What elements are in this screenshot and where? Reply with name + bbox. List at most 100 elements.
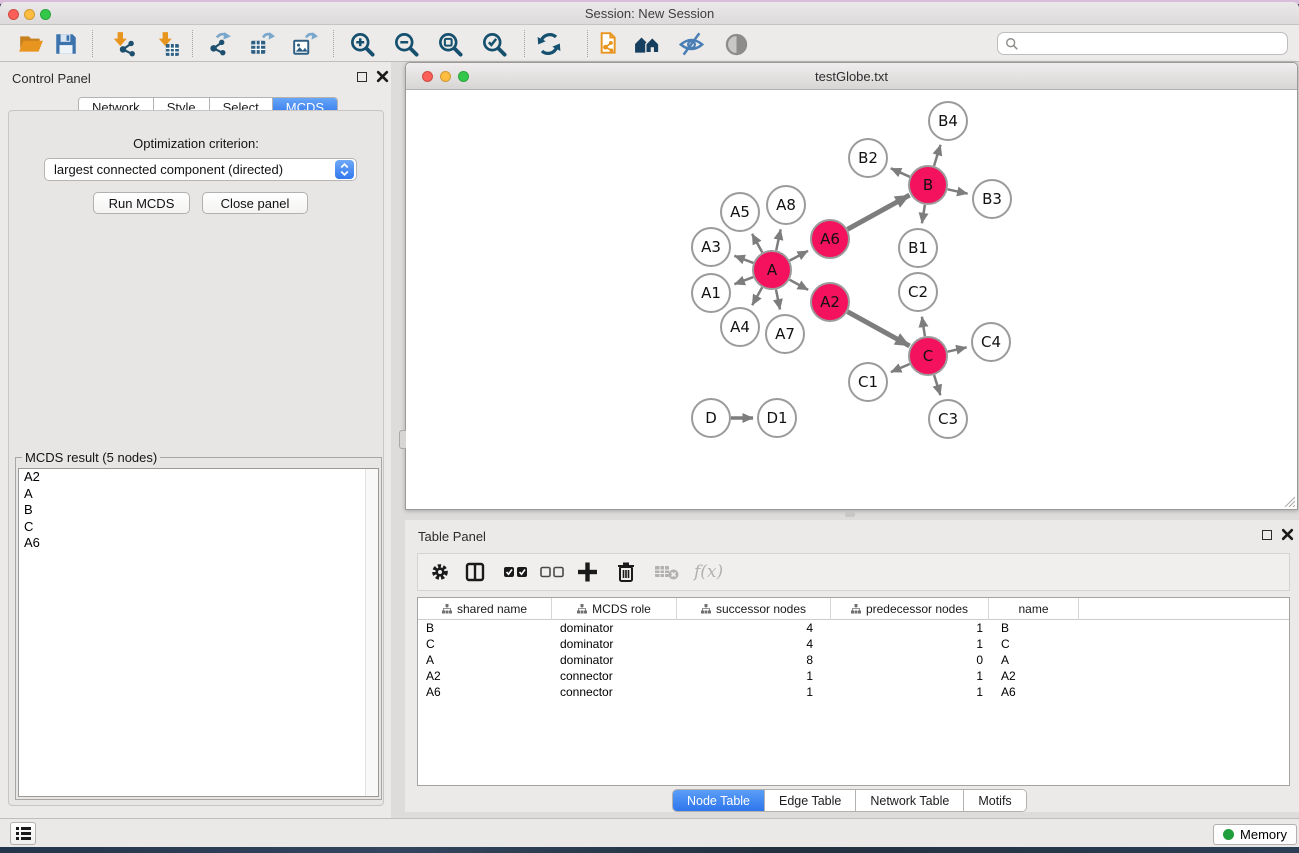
close-table-panel-icon[interactable] [1281, 528, 1294, 541]
zoom-in-icon[interactable] [347, 29, 377, 59]
graph-edge-B-B2[interactable] [891, 168, 910, 177]
table-cell[interactable]: 1 [831, 684, 989, 700]
graph-edge-A-A6[interactable] [790, 251, 808, 261]
unselect-all-columns-icon[interactable] [540, 566, 564, 578]
table-cell[interactable]: 1 [677, 684, 831, 700]
column-header-mcds-role[interactable]: MCDS role [552, 598, 677, 620]
graph-edge-A-A1[interactable] [734, 277, 753, 284]
float-panel-icon[interactable] [357, 72, 367, 82]
create-column-plus-icon[interactable] [578, 563, 597, 582]
table-row[interactable]: Bdominator41B [418, 620, 1289, 636]
mcds-result-item[interactable]: A6 [19, 535, 378, 552]
graph-edge-A-A5[interactable] [752, 234, 762, 253]
table-cell[interactable]: A [989, 652, 1079, 668]
network-canvas[interactable]: AA1A2A3A4A5A6A7A8BB1B2B3B4CC1C2C3C4DD1 [407, 91, 1297, 509]
graph-edge-C-C2[interactable] [922, 317, 925, 337]
float-table-panel-icon[interactable] [1262, 530, 1272, 540]
table-cell[interactable]: A6 [418, 684, 552, 700]
table-row[interactable]: A2connector11A2 [418, 668, 1289, 684]
save-session-icon[interactable] [51, 29, 81, 59]
open-session-icon[interactable] [16, 29, 46, 59]
tab-motifs[interactable]: Motifs [964, 790, 1025, 811]
table-cell[interactable]: A2 [989, 668, 1079, 684]
mcds-result-item[interactable]: A2 [19, 469, 378, 486]
table-cell[interactable]: dominator [552, 620, 677, 636]
graph-edge-B-B3[interactable] [948, 189, 968, 193]
tab-edge-table[interactable]: Edge Table [765, 790, 856, 811]
graph-edge-A-A4[interactable] [752, 287, 762, 305]
graph-edge-A6-B[interactable] [848, 195, 910, 229]
clone-network-icon[interactable] [591, 29, 621, 59]
graph-edge-C-C4[interactable] [948, 347, 967, 351]
window-resize-grip[interactable] [1283, 495, 1295, 507]
show-column-icon[interactable] [465, 562, 485, 582]
column-header-predecessor-nodes[interactable]: predecessor nodes [831, 598, 989, 620]
run-mcds-button[interactable]: Run MCDS [93, 192, 190, 214]
table-cell[interactable]: A6 [989, 684, 1079, 700]
table-cell[interactable]: 1 [831, 668, 989, 684]
table-cell[interactable]: 8 [677, 652, 831, 668]
criterion-dropdown[interactable]: largest connected component (directed) [44, 158, 357, 181]
table-settings-gear-icon[interactable] [430, 562, 450, 582]
table-cell[interactable]: dominator [552, 636, 677, 652]
table-cell[interactable]: A2 [418, 668, 552, 684]
close-panel-button[interactable]: Close panel [202, 192, 308, 214]
export-image-icon[interactable] [290, 29, 320, 59]
result-scrollbar[interactable] [365, 469, 378, 796]
table-cell[interactable]: 4 [677, 620, 831, 636]
graph-edge-B-B4[interactable] [934, 145, 941, 166]
graph-edge-A-A2[interactable] [790, 280, 809, 290]
graph-edge-A-A8[interactable] [776, 229, 781, 250]
mcds-result-list[interactable]: A2ABCA6 [18, 468, 379, 797]
delete-column-trash-icon[interactable] [617, 562, 635, 582]
search-input[interactable] [1019, 33, 1287, 54]
table-cell[interactable]: 0 [831, 652, 989, 668]
table-cell[interactable]: dominator [552, 652, 677, 668]
graph-edge-A2-C[interactable] [848, 312, 910, 346]
graph-edge-B-B1[interactable] [922, 205, 925, 224]
export-table-icon[interactable] [247, 29, 277, 59]
mcds-result-item[interactable]: C [19, 519, 378, 536]
import-table-icon[interactable] [153, 29, 183, 59]
side-splitter-grip[interactable] [399, 430, 406, 449]
select-all-columns-icon[interactable] [504, 566, 528, 578]
close-panel-icon[interactable] [376, 70, 389, 83]
zoom-fit-icon[interactable] [435, 29, 465, 59]
table-row[interactable]: Cdominator41C [418, 636, 1289, 652]
table-cell[interactable]: 1 [831, 636, 989, 652]
table-row[interactable]: A6connector11A6 [418, 684, 1289, 700]
column-header-shared-name[interactable]: shared name [418, 598, 552, 620]
column-header-successor-nodes[interactable]: successor nodes [677, 598, 831, 620]
graph-edge-A-A7[interactable] [776, 290, 780, 310]
mcds-result-item[interactable]: B [19, 502, 378, 519]
table-cell[interactable]: 4 [677, 636, 831, 652]
tab-node-table[interactable]: Node Table [673, 790, 765, 811]
zoom-out-icon[interactable] [391, 29, 421, 59]
node-table[interactable]: shared name MCDS role successor nodes pr… [417, 597, 1290, 786]
horizontal-splitter-grip[interactable] [845, 512, 855, 517]
table-cell[interactable]: connector [552, 668, 677, 684]
graph-edge-A-A3[interactable] [734, 256, 753, 263]
table-cell[interactable]: 1 [831, 620, 989, 636]
table-cell[interactable]: C [418, 636, 552, 652]
memory-button[interactable]: Memory [1213, 824, 1297, 845]
function-builder-icon[interactable]: f(x) [694, 562, 723, 582]
mcds-result-item[interactable]: A [19, 486, 378, 503]
task-history-button[interactable] [10, 822, 36, 845]
table-cell[interactable]: connector [552, 684, 677, 700]
table-cell[interactable]: A [418, 652, 552, 668]
export-network-icon[interactable] [204, 29, 234, 59]
tab-network-table[interactable]: Network Table [856, 790, 964, 811]
zoom-selected-icon[interactable] [479, 29, 509, 59]
show-graphics-details-icon[interactable] [721, 29, 751, 59]
table-cell[interactable]: 1 [677, 668, 831, 684]
graph-edge-C-C3[interactable] [934, 375, 940, 395]
hide-selected-icon[interactable] [676, 29, 706, 59]
network-window-titlebar[interactable]: testGlobe.txt [406, 63, 1297, 90]
import-network-icon[interactable] [108, 29, 138, 59]
column-header-name[interactable]: name [989, 598, 1079, 620]
table-row[interactable]: Adominator80A [418, 652, 1289, 668]
search-field[interactable] [997, 32, 1288, 55]
show-all-network-icon[interactable] [633, 29, 663, 59]
refresh-layout-icon[interactable] [534, 29, 564, 59]
